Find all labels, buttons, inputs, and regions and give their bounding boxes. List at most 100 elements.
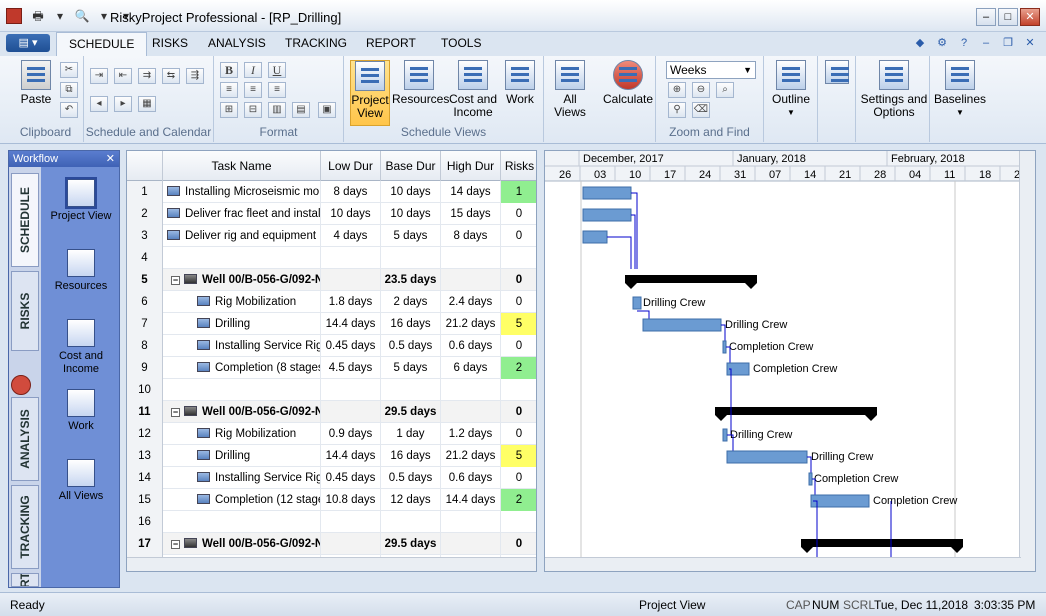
workflow-item-all-views[interactable]: All Views [43,459,119,503]
tab-risks[interactable]: RISKS [140,32,200,56]
tab-tools[interactable]: TOOLS [429,32,493,56]
risks-cell[interactable]: 0 [501,533,536,555]
calendar-icon[interactable]: ▦ [138,96,156,112]
base-dur-cell[interactable]: 10 days [381,181,441,203]
low-dur-cell[interactable] [321,533,381,555]
task-name-cell[interactable]: Installing Service Rig [163,335,321,357]
risks-cell[interactable]: 0 [501,269,536,291]
base-dur-cell[interactable]: 29.5 days [381,533,441,555]
zoom-out-icon[interactable]: ⊖ [692,82,710,98]
task-name-cell[interactable]: Drilling [163,313,321,335]
workflow-item-resources[interactable]: Resources [43,249,119,293]
low-dur-cell[interactable]: 1.8 days [321,291,381,313]
task-name-cell[interactable]: Completion (8 stages [163,357,321,379]
risks-cell[interactable]: 0 [501,225,536,247]
base-dur-cell[interactable] [381,379,441,401]
low-dur-cell[interactable]: 4.5 days [321,357,381,379]
high-dur-cell[interactable] [441,511,501,533]
risks-cell[interactable]: 0 [501,335,536,357]
high-dur-cell[interactable]: 2.4 days [441,291,501,313]
high-dur-cell[interactable]: 15 days [441,203,501,225]
tab-analysis[interactable]: ANALYSIS [196,32,278,56]
risks-cell[interactable] [501,379,536,401]
insert-column-icon[interactable]: ⊞ [220,102,238,118]
risks-cell[interactable]: 0 [501,203,536,225]
task-name-cell[interactable]: Rig Mobilization [163,423,321,445]
zoom-fit-icon[interactable]: ⌕ [716,82,734,98]
row-number[interactable]: 3 [127,225,163,247]
row-number[interactable]: 12 [127,423,163,445]
low-dur-cell[interactable] [321,511,381,533]
file-menu-button[interactable]: ▤ ▾ [6,34,50,52]
table-row[interactable]: 7 Drilling 14.4 days 16 days 21.2 days 5 [127,313,536,335]
table-row[interactable]: 12 Rig Mobilization 0.9 days 1 day 1.2 days 0 [127,423,536,445]
base-dur-cell[interactable]: 10 days [381,203,441,225]
table-row[interactable]: 6 Rig Mobilization 1.8 days 2 days 2.4 days 0 [127,291,536,313]
risks-cell[interactable]: 0 [501,467,536,489]
base-dur-cell[interactable]: 1 day [381,423,441,445]
risks-cell[interactable]: 2 [501,489,536,511]
low-dur-cell[interactable] [321,269,381,291]
bold-button[interactable]: B [220,62,238,78]
collapse-icon[interactable]: − [171,540,180,549]
minimize-button[interactable]: – [976,8,996,26]
risks-cell[interactable]: 0 [501,401,536,423]
row-number[interactable]: 17 [127,533,163,555]
high-dur-cell[interactable]: 14.4 days [441,489,501,511]
table-row[interactable]: 4 [127,247,536,269]
table-row[interactable]: 17− Well 00/B-056-G/092-N 29.5 days 0 [127,533,536,555]
task-name-cell[interactable]: Drilling [163,445,321,467]
high-dur-cell[interactable] [441,247,501,269]
table-row[interactable]: 9 Completion (8 stages 4.5 days 5 days 6 day… [127,357,536,379]
calculate-icon[interactable] [11,375,31,395]
high-dur-cell[interactable] [441,533,501,555]
baselines-button[interactable]: Baselines ▼ [934,60,986,119]
task-name-cell[interactable]: Installing Microseismic mon [163,181,321,203]
low-dur-cell[interactable]: 0.45 days [321,467,381,489]
base-dur-cell[interactable]: 16 days [381,313,441,335]
split-task-icon[interactable]: ⇶ [186,68,204,84]
table-row[interactable]: 15 Completion (12 stage 10.8 days 12 days 14… [127,489,536,511]
task-name-cell[interactable]: Rig Mobilization [163,291,321,313]
row-number[interactable]: 8 [127,335,163,357]
italic-button[interactable]: I [244,62,262,78]
cost-income-button[interactable]: Cost and Income [448,60,498,119]
resources-button[interactable]: Resources [392,60,449,106]
base-dur-cell[interactable]: 2 days [381,291,441,313]
risks-cell[interactable]: 5 [501,313,536,335]
row-number[interactable]: 15 [127,489,163,511]
row-number[interactable]: 9 [127,357,163,379]
table-row[interactable]: 1 Installing Microseismic mon 8 days 10 day… [127,181,536,203]
table-row[interactable]: 14 Installing Service Rig 0.45 days 0.5 day… [127,467,536,489]
task-name-cell[interactable]: − Well 00/B-056-G/092-N [163,269,321,291]
row-number[interactable]: 6 [127,291,163,313]
work-button[interactable]: Work [502,60,538,106]
base-dur-cell[interactable]: 0.5 days [381,335,441,357]
column-icon[interactable]: ▥ [268,102,286,118]
risks-cell[interactable]: 0 [501,291,536,313]
high-dur-cell[interactable] [441,401,501,423]
settings-options-button[interactable]: Settings and Options [860,60,928,119]
row-number[interactable]: 7 [127,313,163,335]
risks-cell[interactable] [501,247,536,269]
tab-report[interactable]: REPORT [354,32,428,56]
minimize-doc-icon[interactable]: – [978,35,994,51]
high-dur-cell[interactable] [441,379,501,401]
header-risks[interactable]: Risks [501,151,536,181]
header-low-dur[interactable]: Low Dur [321,151,381,181]
align-left-icon[interactable]: ≡ [220,82,238,98]
zoom-in-icon[interactable]: ⊕ [668,82,686,98]
task-name-cell[interactable]: Installing Service Rig [163,467,321,489]
close-button[interactable]: ✕ [1020,8,1040,26]
close-doc-icon[interactable]: ✕ [1022,35,1038,51]
print-preview-icon[interactable]: 🔍 [74,8,90,24]
low-dur-cell[interactable]: 0.9 days [321,423,381,445]
high-dur-cell[interactable]: 0.6 days [441,467,501,489]
base-dur-cell[interactable]: 23.5 days [381,269,441,291]
print-icon[interactable]: 🖶 [30,8,46,24]
task-name-cell[interactable]: − Well 00/B-056-G/092-N [163,401,321,423]
risks-cell[interactable] [501,511,536,533]
copy-icon[interactable]: ⧉ [60,82,78,98]
table-row[interactable]: 5− Well 00/B-056-G/092-N 23.5 days 0 [127,269,536,291]
tab-tracking[interactable]: TRACKING [273,32,359,56]
